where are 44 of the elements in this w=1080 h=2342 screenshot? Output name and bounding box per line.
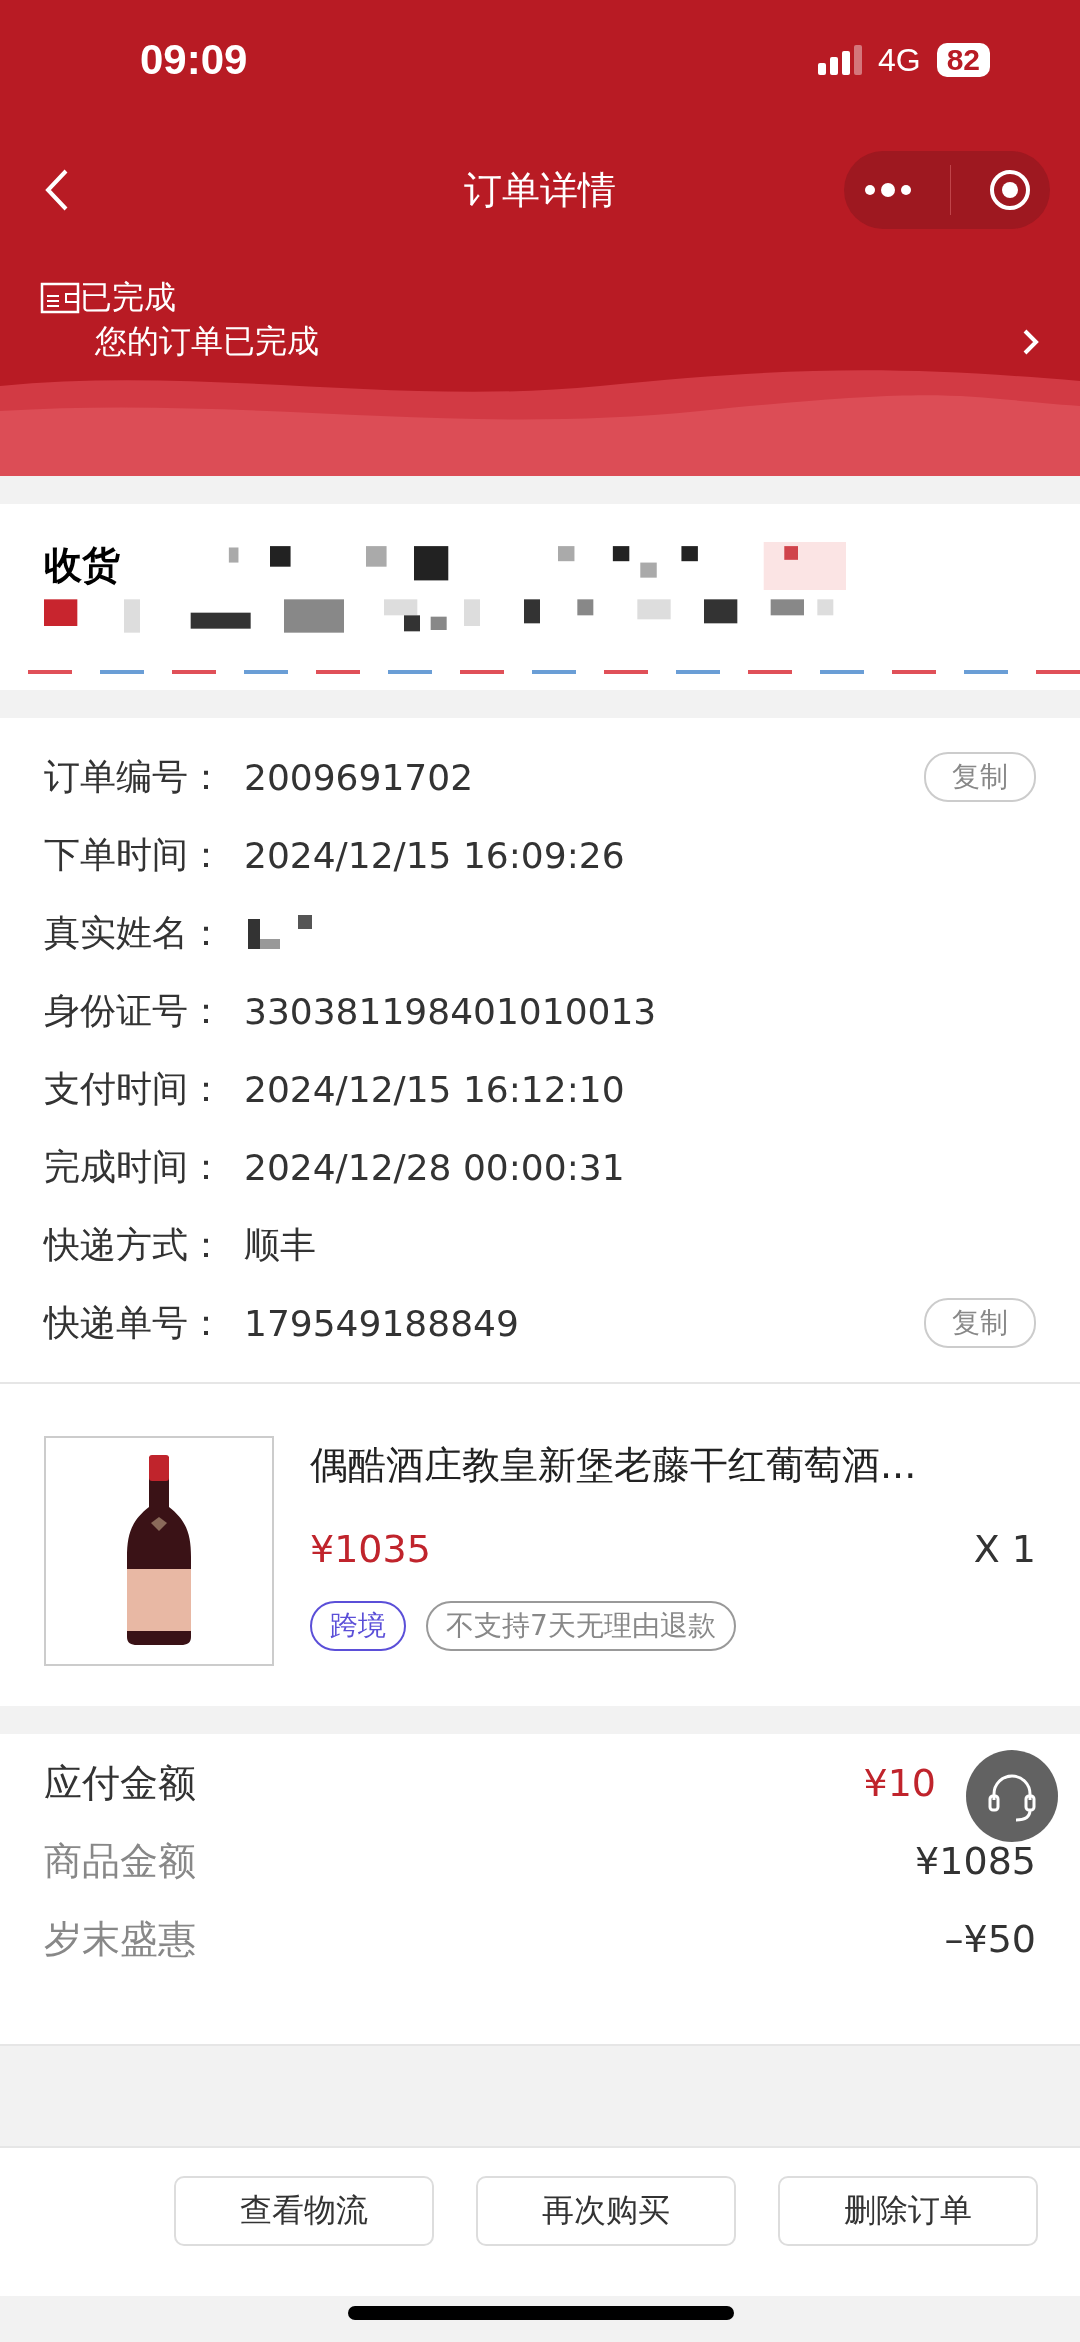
field-label: 真实姓名： <box>44 910 225 955</box>
field-label: 完成时间： <box>44 1144 225 1189</box>
field-value: 顺丰 <box>244 1222 316 1267</box>
field-label: 快递方式： <box>44 1222 225 1267</box>
amount-value: ¥10 <box>863 1761 936 1805</box>
amount-value: –¥50 <box>944 1917 1036 1961</box>
amount-label: 应付金额 <box>44 1759 196 1807</box>
field-value: 330381198401010013 <box>244 990 657 1032</box>
tag: 跨境 <box>310 1601 406 1651</box>
product-price: ¥1035 <box>310 1527 431 1571</box>
field-label: 订单编号： <box>44 754 225 799</box>
field-value: 179549188849 <box>244 1302 519 1344</box>
field-value: 2024/12/28 00:00:31 <box>244 1146 625 1188</box>
field-value: 2024/12/15 16:09:26 <box>244 834 625 876</box>
battery-level: 82 <box>936 43 990 77</box>
action-button[interactable]: 再次购买 <box>476 2176 736 2246</box>
action-button[interactable]: 删除订单 <box>778 2176 1038 2246</box>
wallet-icon <box>40 282 80 314</box>
field-label: 下单时间： <box>44 832 225 877</box>
amount-label: 商品金额 <box>44 1837 196 1885</box>
chevron-right-icon[interactable] <box>1022 328 1040 356</box>
tag: 不支持7天无理由退款 <box>426 1601 736 1651</box>
close-icon[interactable] <box>987 168 1032 212</box>
field-label: 身份证号： <box>44 988 225 1033</box>
network-label: 4G <box>877 41 921 79</box>
copy-button[interactable]: 复制 <box>924 752 1036 802</box>
status-subtitle: 您的订单已完成 <box>95 321 319 362</box>
address-label: 收货 <box>44 542 120 589</box>
field-label: 快递单号： <box>44 1300 225 1345</box>
copy-button[interactable]: 复制 <box>924 1298 1036 1348</box>
signal-icon <box>817 45 862 75</box>
amount-value: ¥1085 <box>915 1839 1036 1883</box>
back-icon[interactable] <box>44 168 70 212</box>
amount-label: 岁末盛惠 <box>44 1915 196 1963</box>
more-icon[interactable] <box>862 183 913 197</box>
field-value: 2024/12/15 16:12:10 <box>244 1068 625 1110</box>
status-time: 09:09 <box>140 36 248 84</box>
action-button[interactable]: 查看物流 <box>174 2176 434 2246</box>
status-title: 已完成 <box>80 277 176 318</box>
page-title: 订单详情 <box>464 166 616 214</box>
product-quantity: X 1 <box>973 1527 1036 1571</box>
field-value: 2009691702 <box>244 756 474 798</box>
product-name: 偶酷酒庄教皇新堡老藤干红葡萄酒... <box>310 1442 918 1489</box>
field-label: 支付时间： <box>44 1066 225 1111</box>
